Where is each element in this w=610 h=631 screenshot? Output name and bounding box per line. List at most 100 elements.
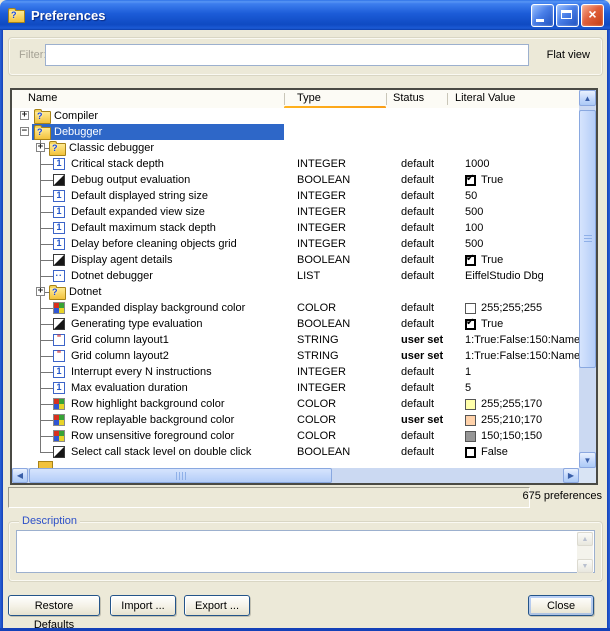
row-label: Default expanded view size xyxy=(71,204,205,220)
table-row[interactable]: 1Delay before cleaning objects gridINTEG… xyxy=(12,236,579,252)
name-cell: −?Debugger xyxy=(12,124,284,140)
color-type-icon xyxy=(53,398,65,410)
table-row[interactable]: 1Default maximum stack depthINTEGERdefau… xyxy=(12,220,579,236)
row-label: Expanded display background color xyxy=(71,300,245,316)
tree-line xyxy=(40,372,53,373)
table-row[interactable]: Select call stack level on double clickB… xyxy=(12,444,579,460)
row-label: Row replayable background color xyxy=(71,412,234,428)
tree-line xyxy=(40,180,53,181)
scroll-down-arrow-icon[interactable]: ▼ xyxy=(577,559,593,573)
horizontal-scrollbar-thumb[interactable] xyxy=(29,468,332,483)
row-label: Debugger xyxy=(54,124,102,140)
table-row[interactable]: 1Critical stack depthINTEGERdefault1000 xyxy=(12,156,579,172)
tree-line xyxy=(40,260,53,261)
grid-header: Name Type Status Literal Value xyxy=(12,90,579,109)
tree-line xyxy=(40,340,53,341)
row-label: Dotnet xyxy=(69,284,101,300)
minimize-icon xyxy=(536,19,544,22)
column-header-type[interactable]: Type xyxy=(297,92,321,104)
title-bar[interactable]: ? Preferences × xyxy=(0,0,610,30)
type-cell: INTEGER xyxy=(297,380,346,396)
type-cell: INTEGER xyxy=(297,220,346,236)
checkbox-checked-icon[interactable]: ✔ xyxy=(465,175,476,186)
integer-type-icon: 1 xyxy=(53,206,65,218)
table-row[interactable]: Debug output evaluationBOOLEANdefault✔Tr… xyxy=(12,172,579,188)
tree-line xyxy=(40,228,53,229)
description-text[interactable]: ▲ ▼ xyxy=(16,530,595,573)
checkbox-checked-icon[interactable]: ✔ xyxy=(465,319,476,330)
table-row[interactable]: −?Debugger xyxy=(12,124,579,140)
literal-value-cell: False xyxy=(465,444,579,460)
expand-toggle[interactable]: + xyxy=(20,111,29,120)
column-header-status[interactable]: Status xyxy=(393,92,424,104)
status-cell: default xyxy=(401,316,434,332)
tree-line xyxy=(40,244,53,245)
table-row[interactable]: 1Interrupt every N instructionsINTEGERde… xyxy=(12,364,579,380)
folder-icon: ? xyxy=(34,111,51,124)
checkbox-checked-icon[interactable]: ✔ xyxy=(465,255,476,266)
table-row[interactable]: Row replayable background colorCOLORuser… xyxy=(12,412,579,428)
status-cell: default xyxy=(401,252,434,268)
value-text: True xyxy=(481,174,503,186)
color-swatch xyxy=(465,399,476,410)
vertical-scrollbar-thumb[interactable] xyxy=(579,110,596,368)
status-cell: default xyxy=(401,300,434,316)
maximize-button[interactable] xyxy=(556,4,579,27)
maximize-icon xyxy=(561,10,572,19)
literal-value-cell: EiffelStudio Dbg xyxy=(465,268,579,284)
table-row[interactable]: +?Classic debugger xyxy=(12,140,579,156)
filter-label: Filter: xyxy=(19,49,47,61)
status-cell: default xyxy=(401,380,434,396)
value-text: EiffelStudio Dbg xyxy=(465,270,544,282)
row-label: Debug output evaluation xyxy=(71,172,190,188)
scroll-left-arrow-icon[interactable]: ◀ xyxy=(12,468,28,483)
string-type-icon: " xyxy=(53,334,65,346)
row-label: Default displayed string size xyxy=(71,188,208,204)
table-row[interactable]: "Grid column layout1STRINGuser set1:True… xyxy=(12,332,579,348)
row-label: Compiler xyxy=(54,108,98,124)
folder-icon: ? xyxy=(34,127,51,140)
table-row[interactable]: 1Default displayed string sizeINTEGERdef… xyxy=(12,188,579,204)
table-row[interactable]: +?Dotnet xyxy=(12,284,579,300)
table-row[interactable]: Row highlight background colorCOLORdefau… xyxy=(12,396,579,412)
status-cell: user set xyxy=(401,348,443,364)
restore-defaults-button[interactable]: Restore Defaults xyxy=(8,595,100,616)
table-row[interactable]: Row unsensitive foreground colorCOLORdef… xyxy=(12,428,579,444)
table-row[interactable]: Expanded display background colorCOLORde… xyxy=(12,300,579,316)
table-row[interactable]: Display agent detailsBOOLEANdefault✔True xyxy=(12,252,579,268)
table-row[interactable]: Generating type evaluationBOOLEANdefault… xyxy=(12,316,579,332)
export-button[interactable]: Export ... xyxy=(184,595,250,616)
list-type-icon: .. xyxy=(53,270,65,282)
type-cell: BOOLEAN xyxy=(297,252,350,268)
scroll-up-arrow-icon[interactable]: ▲ xyxy=(579,90,596,106)
minimize-button[interactable] xyxy=(531,4,554,27)
flat-view-toggle[interactable]: Flat view xyxy=(547,49,590,61)
status-cell: user set xyxy=(401,332,443,348)
checkbox-unchecked-icon[interactable] xyxy=(465,447,476,458)
string-type-icon: " xyxy=(53,350,65,362)
scroll-right-arrow-icon[interactable]: ▶ xyxy=(563,468,579,483)
expand-toggle[interactable]: + xyxy=(36,287,45,296)
column-header-name[interactable]: Name xyxy=(28,92,57,104)
table-row[interactable]: +?Compiler xyxy=(12,108,579,124)
import-button[interactable]: Import ... xyxy=(110,595,176,616)
status-cell: user set xyxy=(401,412,443,428)
column-header-literal-value[interactable]: Literal Value xyxy=(455,92,515,104)
table-row[interactable]: ..Dotnet debuggerLISTdefaultEiffelStudio… xyxy=(12,268,579,284)
expand-toggle[interactable]: − xyxy=(20,127,29,136)
horizontal-scrollbar[interactable]: ◀ ▶ xyxy=(12,468,579,483)
row-label: Max evaluation duration xyxy=(71,380,188,396)
table-row[interactable]: 1Max evaluation durationINTEGERdefault5 xyxy=(12,380,579,396)
expand-toggle[interactable]: + xyxy=(36,143,45,152)
scroll-up-arrow-icon[interactable]: ▲ xyxy=(577,532,593,546)
literal-value-cell: 255;210;170 xyxy=(465,412,579,428)
vertical-scrollbar[interactable]: ▲ ▼ xyxy=(579,90,596,468)
name-cell: 1Default displayed string size xyxy=(12,188,284,204)
close-button[interactable]: Close xyxy=(528,595,594,616)
filter-input[interactable] xyxy=(45,44,529,66)
tree-line xyxy=(40,388,53,389)
table-row[interactable]: "Grid column layout2STRINGuser set1:True… xyxy=(12,348,579,364)
close-window-button[interactable]: × xyxy=(581,4,604,27)
table-row[interactable]: 1Default expanded view sizeINTEGERdefaul… xyxy=(12,204,579,220)
scroll-down-arrow-icon[interactable]: ▼ xyxy=(579,452,596,468)
